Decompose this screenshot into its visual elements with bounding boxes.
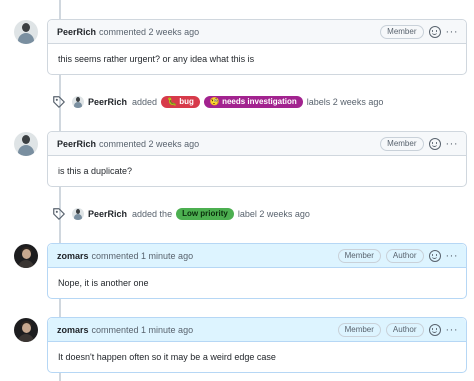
label-needs-investigation[interactable]: 🧐 needs investigation [203,96,303,108]
comment-body: Nope, it is another one [58,278,149,288]
label-event: PeerRich added the Low priority label 2 … [52,206,312,222]
member-badge: Member [380,137,424,151]
avatar[interactable] [14,244,38,268]
avatar[interactable] [72,96,84,108]
comment-timestamp[interactable]: commented 1 minute ago [92,325,194,335]
label-bug[interactable]: 🐛 bug [161,96,200,108]
smiley-icon[interactable] [428,26,441,38]
comment-body: this seems rather urgent? or any idea wh… [58,54,255,64]
comment-header: PeerRich commented 2 weeks ago Member ··… [48,20,466,44]
smiley-icon[interactable] [428,138,441,150]
author-badge: Author [385,249,424,263]
event-suffix: labels 2 weeks ago [306,97,384,107]
event-verb: added the [132,209,173,219]
event-verb: added [132,97,158,107]
avatar[interactable] [72,208,84,220]
tag-icon [53,96,65,108]
comment-header: zomars commented 1 minute ago Member Aut… [48,318,466,342]
comment-timestamp[interactable]: commented 2 weeks ago [99,27,199,37]
comment-body: It doesn't happen often so it may be a w… [58,352,276,362]
avatar[interactable] [14,20,38,44]
comment: zomars commented 1 minute ago Member Aut… [47,243,467,299]
comment-timestamp[interactable]: commented 2 weeks ago [99,139,199,149]
author-badge: Author [385,323,424,337]
label-event: PeerRich added 🐛 bug 🧐 needs investigati… [52,94,385,110]
label-low-priority[interactable]: Low priority [176,208,234,220]
avatar[interactable] [14,318,38,342]
comment: PeerRich commented 2 weeks ago Member ··… [47,19,467,75]
member-badge: Member [337,249,381,263]
kebab-icon[interactable]: ··· [446,325,459,336]
event-actor[interactable]: PeerRich [88,97,127,107]
comment-author[interactable]: PeerRich [57,27,96,37]
avatar[interactable] [14,132,38,156]
comment-header: zomars commented 1 minute ago Member Aut… [48,244,466,268]
comment-header: PeerRich commented 2 weeks ago Member ··… [48,132,466,156]
smiley-icon[interactable] [428,324,441,336]
kebab-icon[interactable]: ··· [446,139,459,150]
comment: PeerRich commented 2 weeks ago Member ··… [47,131,467,187]
comment-author[interactable]: PeerRich [57,139,96,149]
member-badge: Member [337,323,381,337]
event-actor[interactable]: PeerRich [88,209,127,219]
comment-author[interactable]: zomars [57,251,89,261]
comment-author[interactable]: zomars [57,325,89,335]
comment: zomars commented 1 minute ago Member Aut… [47,317,467,373]
tag-icon [53,208,65,220]
kebab-icon[interactable]: ··· [446,251,459,262]
kebab-icon[interactable]: ··· [446,27,459,38]
comment-timestamp[interactable]: commented 1 minute ago [92,251,194,261]
comment-body: is this a duplicate? [58,166,133,176]
smiley-icon[interactable] [428,250,441,262]
event-suffix: label 2 weeks ago [237,209,310,219]
member-badge: Member [380,25,424,39]
